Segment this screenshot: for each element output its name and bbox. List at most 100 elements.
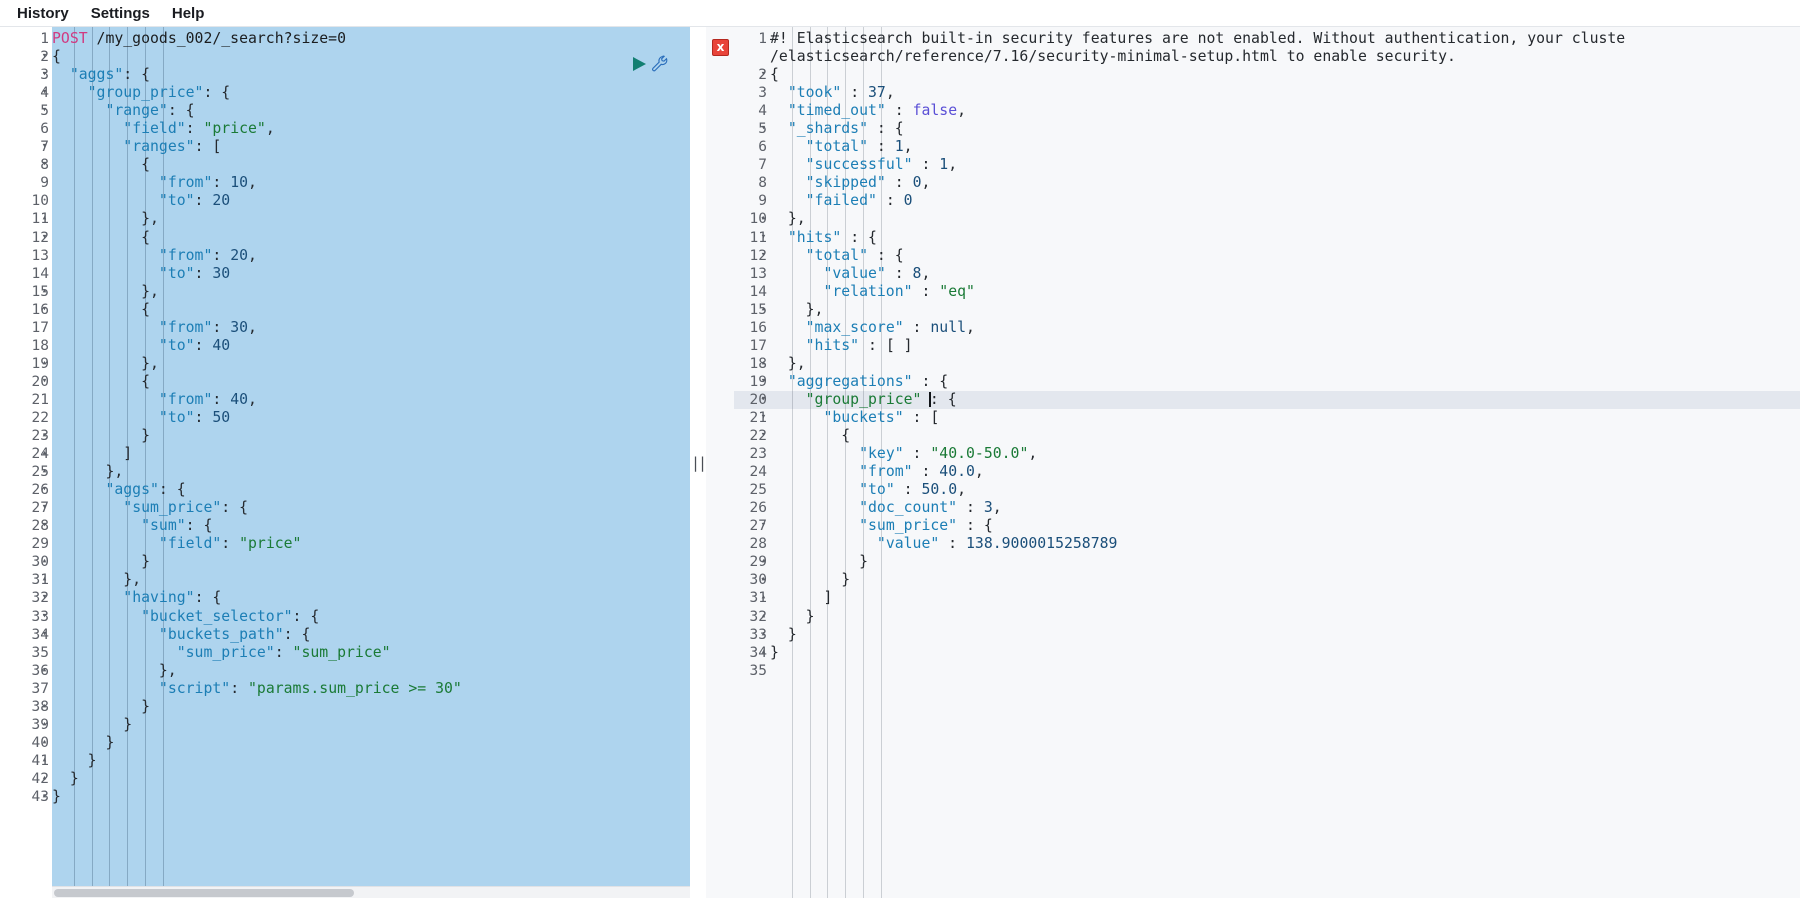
line-number[interactable]: 25 ▴ [0, 463, 52, 481]
line-number[interactable]: 1 [734, 30, 770, 48]
line-number[interactable]: 12 ▾ [734, 247, 770, 265]
code-line[interactable]: "bucket_selector": { [52, 608, 690, 626]
code-line[interactable]: } [52, 427, 690, 445]
line-number[interactable]: 16 ▾ [0, 301, 52, 319]
fold-toggle-icon[interactable] [758, 192, 769, 210]
line-number[interactable]: 2 ▾ [0, 48, 52, 66]
line-number[interactable]: 20 ▾ [734, 390, 770, 409]
code-line[interactable]: }, [52, 283, 690, 301]
fold-toggle-icon[interactable]: ▴ [39, 662, 50, 680]
code-line[interactable]: } [770, 626, 1800, 644]
code-line[interactable]: "to" : 50.0, [770, 481, 1800, 499]
code-line[interactable]: }, [52, 662, 690, 680]
code-line[interactable]: { [52, 156, 690, 174]
fold-toggle-icon[interactable] [758, 102, 769, 120]
code-line[interactable]: }, [52, 571, 690, 589]
line-number[interactable]: 14 [0, 265, 52, 283]
line-number[interactable]: 16 [734, 319, 770, 337]
line-number[interactable]: 8 ▾ [0, 156, 52, 174]
code-line[interactable]: "field": "price", [52, 120, 690, 138]
fold-toggle-icon[interactable] [39, 391, 50, 409]
code-line[interactable]: "buckets_path": { [52, 626, 690, 644]
code-line[interactable]: "successful" : 1, [770, 156, 1800, 174]
line-number[interactable]: 42 ▴ [0, 770, 52, 788]
code-line[interactable]: POST /my_goods_002/_search?size=0 [52, 30, 690, 48]
code-line[interactable]: "to": 50 [52, 409, 690, 427]
fold-toggle-icon[interactable]: ▾ [39, 481, 50, 499]
code-line[interactable]: "aggs": { [52, 481, 690, 499]
code-line[interactable]: "skipped" : 0, [770, 174, 1800, 192]
line-number[interactable]: 14 [734, 283, 770, 301]
code-line[interactable]: "sum_price": { [52, 499, 690, 517]
line-number[interactable]: 15 ▴ [0, 283, 52, 301]
fold-toggle-icon[interactable]: ▴ [39, 553, 50, 571]
response-panel[interactable]: x 1 2 ▾ 3 4 5 ▾ 6 7 8 9 10 ▴ 11 ▾ 12 ▾ 13 14 15 ▴ 16 17 18 ▴ 19 ▾ 2… [706, 27, 1800, 898]
code-line[interactable]: "from": 30, [52, 319, 690, 337]
code-line[interactable]: "doc_count" : 3, [770, 499, 1800, 517]
line-number[interactable]: 43 ▴ [0, 788, 52, 806]
line-number[interactable]: 1 [0, 30, 52, 48]
fold-toggle-icon[interactable]: ▾ [758, 427, 769, 445]
line-number[interactable]: 8 [734, 174, 770, 192]
fold-toggle-icon[interactable] [758, 265, 769, 283]
line-number[interactable]: 25 [734, 481, 770, 499]
line-number[interactable]: 21 [0, 391, 52, 409]
scrollbar-thumb[interactable] [54, 889, 354, 897]
fold-toggle-icon[interactable]: ▴ [39, 210, 50, 228]
line-number[interactable]: 7 [734, 156, 770, 174]
fold-toggle-icon[interactable]: ▴ [758, 589, 769, 607]
line-number[interactable]: 18 ▴ [734, 355, 770, 373]
code-line[interactable]: "took" : 37, [770, 84, 1800, 102]
fold-toggle-icon[interactable]: ▴ [39, 734, 50, 752]
fold-toggle-icon[interactable]: ▾ [39, 84, 50, 102]
line-number[interactable]: 15 ▴ [734, 301, 770, 319]
fold-toggle-icon[interactable]: ▴ [39, 571, 50, 589]
code-line[interactable]: }, [52, 463, 690, 481]
fold-toggle-icon[interactable]: ▴ [758, 608, 769, 626]
fold-toggle-icon[interactable]: ▾ [758, 409, 769, 427]
menu-item-help[interactable]: Help [161, 0, 216, 27]
code-line[interactable]: "sum_price" : { [770, 517, 1800, 535]
line-number[interactable]: 5 ▾ [0, 102, 52, 120]
code-line[interactable]: "key" : "40.0-50.0", [770, 445, 1800, 463]
fold-toggle-icon[interactable]: ▴ [758, 553, 769, 571]
fold-toggle-icon[interactable]: ▾ [758, 517, 769, 535]
fold-toggle-icon[interactable]: ▴ [758, 301, 769, 319]
wrench-icon[interactable] [651, 55, 669, 73]
code-line[interactable]: "script": "params.sum_price >= 30" [52, 680, 690, 698]
fold-toggle-icon[interactable]: ▴ [39, 716, 50, 734]
line-number[interactable]: 4 ▾ [0, 84, 52, 102]
line-number[interactable]: 36 ▴ [0, 662, 52, 680]
line-number[interactable]: 33 ▾ [0, 608, 52, 626]
code-line[interactable]: "from" : 40.0, [770, 463, 1800, 481]
line-number[interactable]: 12 ▾ [0, 229, 52, 247]
line-number[interactable]: 28 [734, 535, 770, 553]
line-number[interactable]: 17 [0, 319, 52, 337]
fold-toggle-icon[interactable]: ▾ [39, 626, 50, 644]
fold-toggle-icon[interactable]: ▾ [758, 373, 769, 391]
code-line[interactable]: "sum_price": "sum_price" [52, 644, 690, 662]
line-number[interactable]: 11 ▴ [0, 210, 52, 228]
code-line[interactable]: } [52, 788, 690, 806]
request-editor-gutter[interactable]: 1 2 ▾ 3 ▾ 4 ▾ 5 ▾ 6 7 ▾ 8 ▾ 9 10 11 ▴ 12 ▾ 13 14 15 ▴ 16 ▾ 17 18 19 ▴… [0, 27, 52, 898]
fold-toggle-icon[interactable]: ▾ [39, 66, 50, 84]
line-number[interactable]: 6 [734, 138, 770, 156]
menu-item-settings[interactable]: Settings [80, 0, 161, 27]
code-line[interactable]: } [52, 752, 690, 770]
code-line[interactable]: "value" : 8, [770, 265, 1800, 283]
fold-toggle-icon[interactable] [758, 156, 769, 174]
code-line[interactable]: "relation" : "eq" [770, 283, 1800, 301]
line-number[interactable]: 13 [734, 265, 770, 283]
code-line[interactable]: "to": 20 [52, 192, 690, 210]
fold-toggle-icon[interactable]: ▴ [39, 355, 50, 373]
code-line[interactable]: }, [770, 210, 1800, 228]
code-line[interactable]: "value" : 138.9000015258789 [770, 535, 1800, 553]
line-number[interactable]: 28 ▾ [0, 517, 52, 535]
line-number[interactable]: 29 ▴ [734, 553, 770, 571]
line-number[interactable]: 34 ▾ [0, 626, 52, 644]
code-line[interactable]: } [52, 716, 690, 734]
fold-toggle-icon[interactable]: ▴ [39, 463, 50, 481]
code-line[interactable]: "aggs": { [52, 66, 690, 84]
line-number[interactable]: 9 [734, 192, 770, 210]
line-number[interactable]: 40 ▴ [0, 734, 52, 752]
